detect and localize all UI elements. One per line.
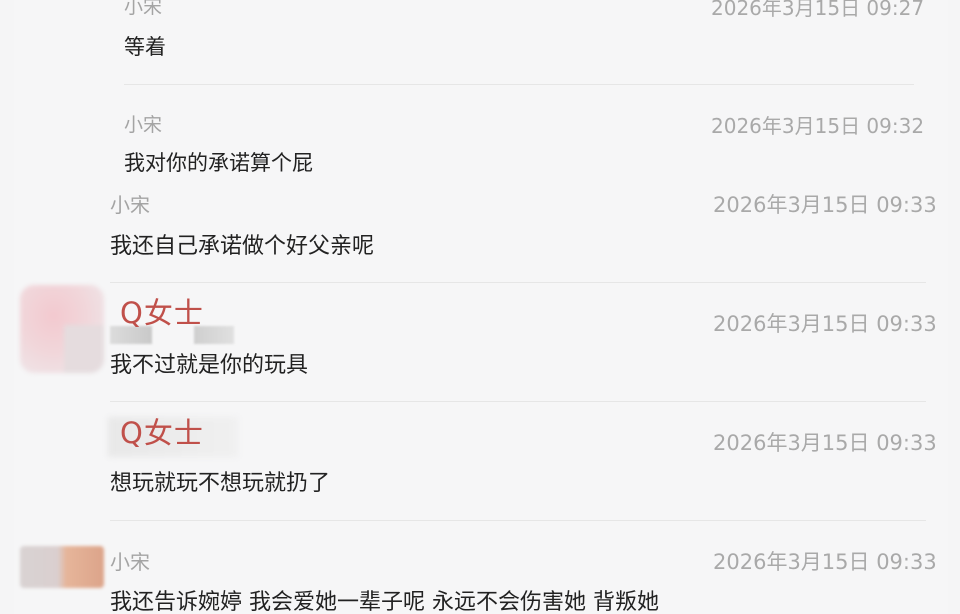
message-time: 2026年3月15日 09:33 bbox=[713, 431, 937, 455]
message-text: 等着 bbox=[124, 35, 166, 59]
message-text: 我还告诉婉婷 我会爱她一辈子呢 永远不会伤害她 背叛她 bbox=[110, 590, 659, 614]
message-text: 我对你的承诺算个屁 bbox=[124, 151, 313, 175]
chat-window: 小宋 2026年3月15日 09:27 等着 小宋 2026年3月15日 09:… bbox=[0, 0, 960, 614]
message-sender: Q女士 bbox=[120, 296, 204, 330]
message-time: 2026年3月15日 09:27 bbox=[711, 0, 925, 20]
message-sender: 小宋 bbox=[110, 550, 150, 574]
message-sender: 小宋 bbox=[124, 0, 163, 18]
chat-message-list[interactable]: 小宋 2026年3月15日 09:27 等着 小宋 2026年3月15日 09:… bbox=[14, 0, 948, 614]
message-separator bbox=[110, 282, 926, 283]
avatar-blur-patch bbox=[64, 325, 104, 373]
message-time: 2026年3月15日 09:32 bbox=[711, 114, 925, 138]
avatar[interactable] bbox=[20, 285, 104, 373]
message-separator bbox=[124, 84, 914, 85]
message-text: 我还自己承诺做个好父亲呢 bbox=[110, 234, 375, 259]
message-sender: 小宋 bbox=[110, 193, 150, 217]
message-sender: Q女士 bbox=[120, 416, 204, 450]
message-time: 2026年3月15日 09:33 bbox=[713, 312, 937, 336]
avatar[interactable] bbox=[20, 546, 104, 588]
message-sender: 小宋 bbox=[124, 114, 163, 136]
message-text: 想玩就玩不想玩就扔了 bbox=[110, 471, 331, 496]
message-time: 2026年3月15日 09:33 bbox=[713, 193, 937, 217]
message-separator bbox=[110, 401, 926, 402]
message-separator bbox=[110, 520, 926, 521]
message-time: 2026年3月15日 09:33 bbox=[713, 550, 937, 574]
message-text: 我不过就是你的玩具 bbox=[110, 353, 309, 378]
